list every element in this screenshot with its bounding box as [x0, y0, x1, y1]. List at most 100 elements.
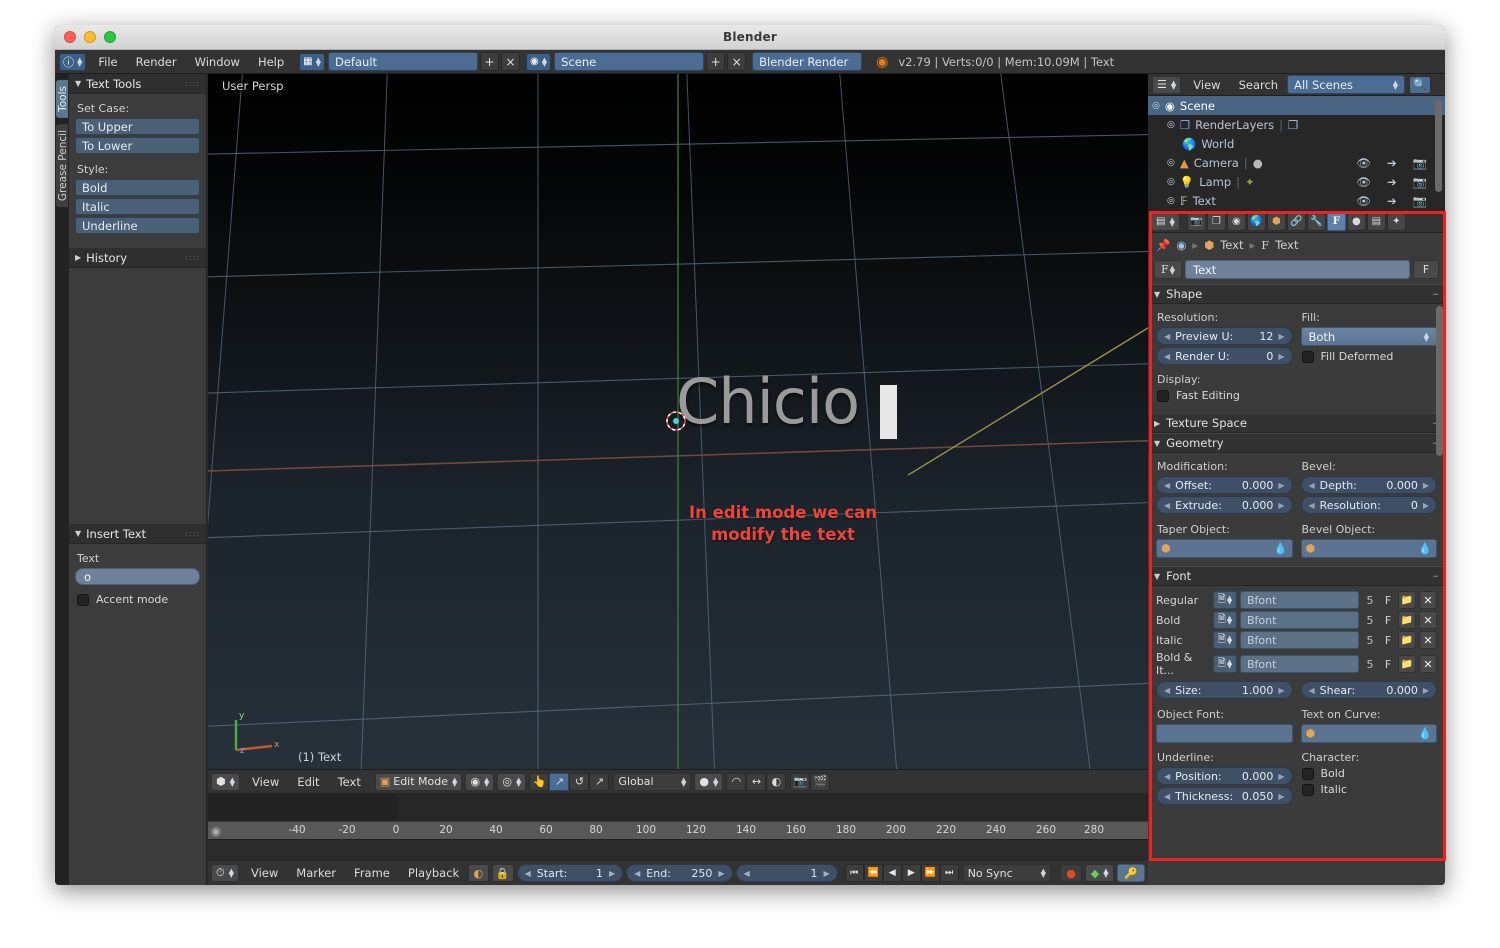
lock-icon[interactable]: 🔒	[491, 864, 514, 882]
underline-thickness-field[interactable]: ◀ Thickness: 0.050 ▶	[1156, 787, 1293, 805]
add-scene-button[interactable]: +	[706, 52, 726, 71]
keying-set-field[interactable]: 🔑	[1117, 864, 1145, 882]
expand-icon-lamp[interactable]: ◎	[1167, 177, 1175, 187]
timeline-menu-playback[interactable]: Playback	[399, 863, 468, 883]
style-bold-button[interactable]: Bold	[75, 179, 200, 196]
keying-set-dropdown[interactable]: ◆ ▲ ▼	[1085, 864, 1115, 882]
thickness-dec-icon[interactable]: ◀	[1164, 792, 1170, 801]
font-section-header[interactable]: ▼ Font ━	[1148, 566, 1445, 586]
font-italic-name[interactable]: Bfont	[1240, 631, 1359, 649]
insert-text-header[interactable]: ▼ Insert Text ::::	[69, 524, 206, 544]
outliner-row-text[interactable]: ◎ 𝔽 Text 👁 ➔ 📷	[1148, 191, 1445, 210]
offset-inc-icon[interactable]: ▶	[1278, 481, 1284, 490]
fill-deformed-row[interactable]: Fill Deformed	[1301, 350, 1438, 363]
font-bold-italic-fakeuser[interactable]: F	[1381, 658, 1395, 671]
end-decrement-icon[interactable]: ◀	[634, 869, 640, 878]
properties-scrollbar[interactable]	[1436, 306, 1443, 456]
accent-mode-checkbox[interactable]	[77, 593, 89, 606]
properties-tab-data[interactable]: F	[1326, 212, 1346, 231]
taper-object-field[interactable]: ⬢ 💧	[1156, 539, 1293, 558]
fast-editing-checkbox[interactable]	[1157, 389, 1169, 402]
breadcrumb-object-label[interactable]: Text	[1220, 238, 1243, 252]
start-increment-icon[interactable]: ▶	[609, 869, 615, 878]
collapse-icon[interactable]: ◎	[1152, 101, 1160, 111]
preview-u-dec-icon[interactable]: ◀	[1164, 332, 1170, 341]
font-bold-name[interactable]: Bfont	[1240, 611, 1359, 629]
render-opengl-image-icon[interactable]: 📷	[790, 772, 811, 791]
sync-mode-dropdown[interactable]: No Sync ▲ ▼	[962, 864, 1051, 882]
scene-dropdown[interactable]: Scene	[554, 52, 705, 71]
menu-help[interactable]: Help	[249, 52, 293, 72]
frame-increment-icon[interactable]: ▶	[824, 869, 830, 878]
outliner-restrict-icons-lamp[interactable]: 👁 ➔ 📷	[1356, 175, 1427, 189]
snap-group[interactable]: ◠ ↔ ◐	[726, 772, 787, 791]
render-group[interactable]: 📷 🎬	[790, 772, 831, 791]
properties-tab-render[interactable]: 📷	[1186, 212, 1206, 231]
expand-icon-camera[interactable]: ◎	[1167, 158, 1175, 168]
bevel-resolution-field[interactable]: ◀ Resolution: 0 ▶	[1300, 496, 1437, 514]
shear-inc-icon[interactable]: ▶	[1423, 686, 1429, 695]
screen-layout-icon[interactable]: ▦ ▲ ▼	[299, 52, 325, 71]
end-frame-field[interactable]: ◀ End: 250 ▶	[626, 864, 733, 882]
fill-mode-dropdown[interactable]: Both ▲ ▼	[1300, 327, 1437, 346]
font-regular-fakeuser[interactable]: F	[1381, 594, 1395, 607]
extrude-inc-icon[interactable]: ▶	[1278, 501, 1284, 510]
properties-tab-object[interactable]: ⬢	[1266, 212, 1286, 231]
font-bold-italic-unlink-icon[interactable]: ✕	[1419, 655, 1437, 673]
viewport-menu-text[interactable]: Text	[329, 772, 370, 792]
font-shear-field[interactable]: ◀ Shear: 0.000 ▶	[1300, 681, 1437, 699]
outliner-display-mode-dropdown[interactable]: All Scenes ▲ ▼	[1287, 75, 1406, 94]
rotate-manipulator-icon[interactable]: ↺	[569, 772, 590, 791]
extrude-dec-icon[interactable]: ◀	[1164, 501, 1170, 510]
position-inc-icon[interactable]: ▶	[1278, 772, 1284, 781]
viewport-shading-dropdown[interactable]: ◉ ▲ ▼	[465, 772, 495, 791]
expand-icon-text[interactable]: ◎	[1167, 196, 1175, 206]
style-italic-button[interactable]: Italic	[75, 198, 200, 215]
font-regular-unlink-icon[interactable]: ✕	[1419, 591, 1437, 609]
properties-tab-material[interactable]: ●	[1346, 212, 1366, 231]
scale-manipulator-icon[interactable]: ↗	[589, 772, 610, 791]
char-italic-row[interactable]: Italic	[1301, 783, 1438, 796]
properties-tab-constraints[interactable]: 🔗	[1286, 212, 1306, 231]
depth-inc-icon[interactable]: ▶	[1423, 481, 1429, 490]
datablock-browse-icon[interactable]: F ▲ ▼	[1154, 260, 1182, 279]
bevel-object-field[interactable]: ⬢ 💧	[1300, 539, 1437, 558]
outliner-row-lamp[interactable]: ◎ 💡 Lamp | ✦ 👁 ➔ 📷	[1148, 172, 1445, 191]
preview-u-field[interactable]: ◀ Preview U: 12 ▶	[1156, 327, 1293, 345]
offset-field[interactable]: ◀ Offset: 0.000 ▶	[1156, 476, 1293, 494]
style-underline-button[interactable]: Underline	[75, 217, 200, 234]
previous-keyframe-icon[interactable]: ⏪	[863, 864, 883, 882]
render-u-dec-icon[interactable]: ◀	[1164, 352, 1170, 361]
to-upper-button[interactable]: To Upper	[75, 118, 200, 135]
size-inc-icon[interactable]: ▶	[1278, 686, 1284, 695]
tool-tab-grease-pencil[interactable]: Grease Pencil	[56, 123, 69, 207]
snap-magnet-icon[interactable]: ◠	[726, 772, 747, 791]
geometry-section-header[interactable]: ▼ Geometry ━	[1148, 433, 1445, 453]
text-on-curve-field[interactable]: ⬢ 💧	[1300, 724, 1437, 743]
editor-type-info-icon[interactable]: ⓘ ▲ ▼	[59, 52, 87, 71]
to-lower-button[interactable]: To Lower	[75, 137, 200, 154]
fake-user-button[interactable]: F	[1413, 260, 1439, 279]
editor-type-3dview-icon[interactable]: ⬢ ▲ ▼	[211, 772, 240, 791]
play-reverse-icon[interactable]: ◀	[882, 864, 902, 882]
properties-tab-render-layers[interactable]: ❐	[1206, 212, 1226, 231]
delete-screen-layout-button[interactable]: ×	[501, 52, 520, 71]
current-frame-field[interactable]: ◀ 1 ▶	[735, 864, 838, 882]
render-u-field[interactable]: ◀ Render U: 0 ▶	[1156, 347, 1293, 365]
auto-keyframe-icon[interactable]: ◐	[468, 864, 489, 882]
restrict-render-camera-icon-3[interactable]: 📷	[1413, 194, 1427, 208]
pivot-point-dropdown[interactable]: ◎ ▲ ▼	[497, 772, 527, 791]
font-bold-fakeuser[interactable]: F	[1381, 614, 1395, 627]
interaction-mode-dropdown[interactable]: ▣ Edit Mode ▲ ▼	[374, 772, 463, 791]
screen-layout-dropdown[interactable]: Default	[328, 52, 478, 71]
char-bold-row[interactable]: Bold	[1301, 767, 1438, 780]
render-u-inc-icon[interactable]: ▶	[1278, 352, 1284, 361]
font-bold-italic-open-icon[interactable]: 📁	[1398, 655, 1416, 673]
render-engine-dropdown[interactable]: Blender Render	[752, 52, 863, 71]
font-bold-italic-browse-icon[interactable]: 🗎 ▲ ▼	[1213, 655, 1237, 673]
font-bold-unlink-icon[interactable]: ✕	[1419, 611, 1437, 629]
properties-tab-world[interactable]: 🌎	[1246, 212, 1266, 231]
restrict-view-eye-icon[interactable]: 👁	[1356, 156, 1371, 170]
outliner-menu-view[interactable]: View	[1184, 75, 1229, 95]
menu-window[interactable]: Window	[186, 52, 249, 72]
